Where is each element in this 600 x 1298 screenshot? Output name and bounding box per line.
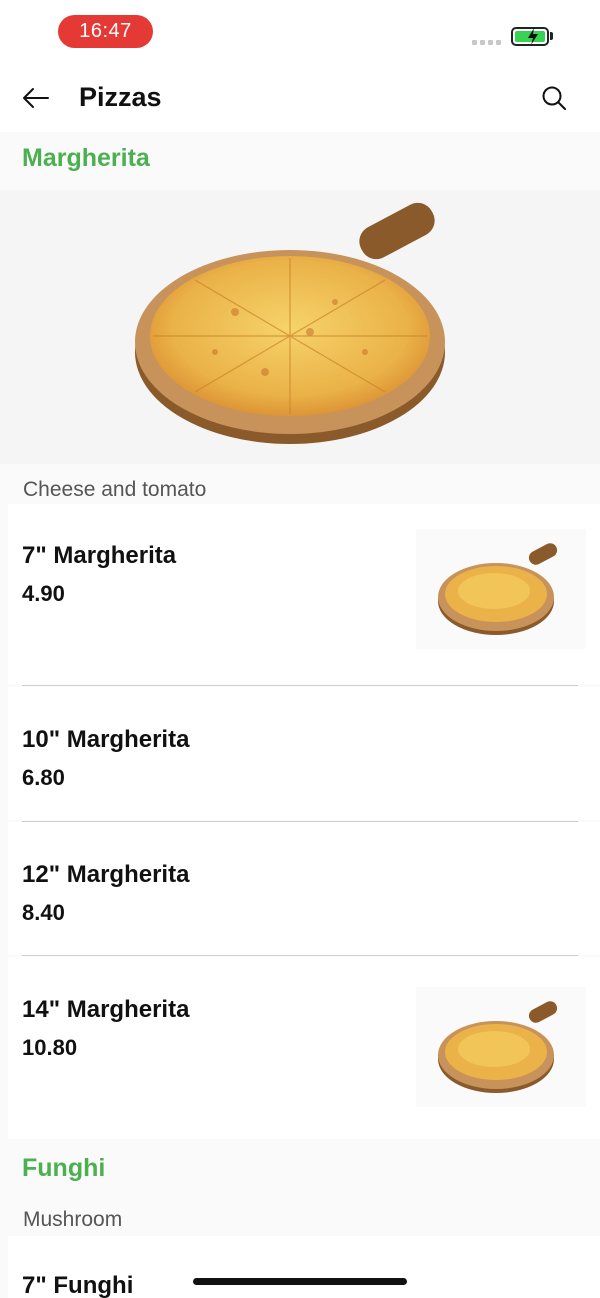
divider [22,685,578,686]
signal-icon [472,40,501,45]
search-button[interactable] [536,80,572,116]
section-title-margherita: Margherita [22,144,150,172]
section-description: Cheese and tomato [23,478,207,501]
item-name: 10" Margherita [22,726,190,753]
section-description: Mushroom [23,1208,123,1231]
item-price: 8.40 [22,900,65,925]
menu-item[interactable]: 7" Margherita 4.90 [8,504,600,684]
item-name: 7" Funghi [22,1272,134,1298]
item-thumbnail [416,987,586,1107]
arrow-left-icon [23,88,49,108]
item-price: 4.90 [22,581,65,606]
item-name: 7" Margherita [22,542,177,569]
item-thumbnail [416,529,586,649]
pizza-thumbnail-image [438,1001,558,1093]
status-time: 16:47 [58,15,153,48]
section-title-funghi: Funghi [22,1154,106,1182]
menu-list[interactable]: Margherita Cheese and tomato 7" Margheri… [0,132,600,1298]
menu-item[interactable]: 14" Margherita 10.80 [8,957,600,1139]
menu-item[interactable]: 12" Margherita 8.40 [8,822,600,955]
item-name: 12" Margherita [22,861,190,888]
status-bar: 16:47 [0,0,600,64]
battery-tip [550,32,553,40]
app-header: Pizzas [0,64,600,132]
menu-item[interactable]: 7" Funghi [8,1236,600,1298]
section-hero-image [0,190,600,464]
item-name: 14" Margherita [22,996,190,1023]
divider [22,955,578,956]
item-price: 6.80 [22,765,65,790]
back-button[interactable] [18,80,54,116]
pizza-thumbnail-image [438,543,558,635]
page-title: Pizzas [79,82,162,112]
menu-item[interactable]: 10" Margherita 6.80 [8,687,600,820]
item-price: 10.80 [22,1035,78,1060]
battery-icon [511,27,549,46]
home-indicator[interactable] [193,1278,407,1285]
pizza-image [135,202,445,444]
search-icon [542,86,566,110]
